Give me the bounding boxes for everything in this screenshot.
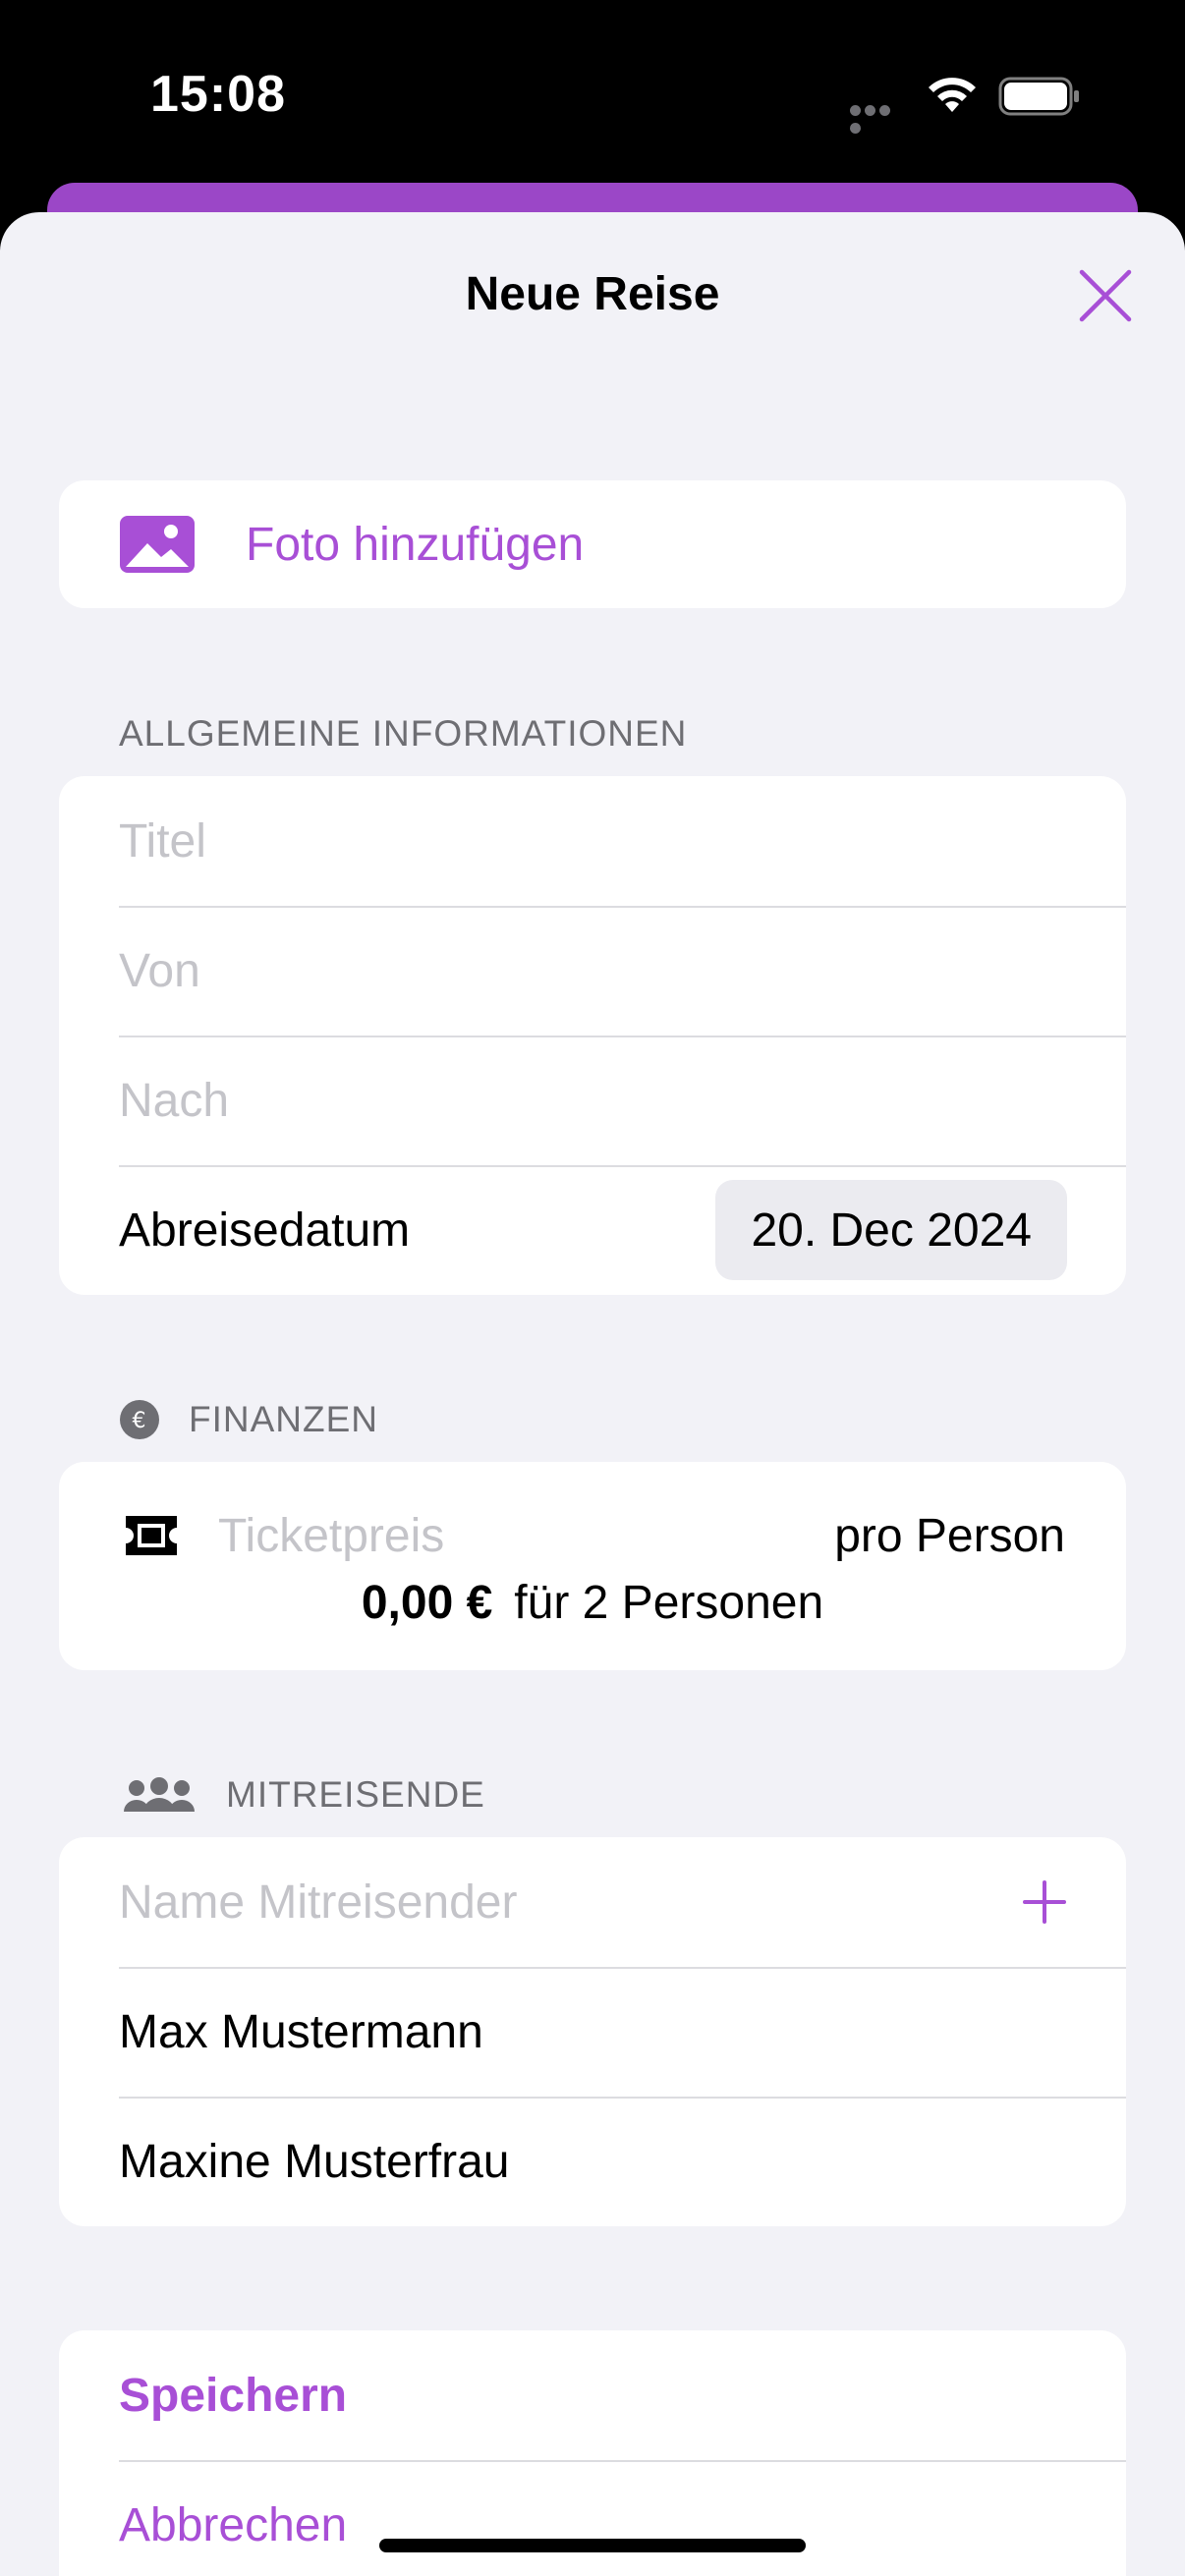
new-trip-sheet: Neue Reise Foto hinzufügen ALLGEMEINE IN… [0, 212, 1185, 2576]
svg-text:€: € [133, 1409, 147, 1433]
cancel-button[interactable]: Abbrechen [59, 2460, 1126, 2576]
companions-header-label: MITREISENDE [226, 1774, 485, 1815]
add-photo-button[interactable]: Foto hinzufügen [59, 480, 1126, 608]
ticket-price-field[interactable]: Ticketpreis pro Person [122, 1501, 1065, 1570]
save-button[interactable]: Speichern [59, 2330, 1126, 2460]
add-photo-label: Foto hinzufügen [246, 518, 585, 571]
from-field[interactable]: Von [59, 906, 1126, 1036]
companion-name: Max Mustermann [119, 2005, 483, 2058]
title-placeholder: Titel [119, 814, 206, 868]
battery-icon [998, 77, 1079, 116]
general-section-header: ALLGEMEINE INFORMATIONEN [119, 713, 688, 754]
status-time: 15:08 [150, 66, 286, 123]
wifi-icon [929, 78, 976, 112]
per-person-label: pro Person [834, 1509, 1065, 1562]
ticket-icon [126, 1516, 177, 1555]
finance-section-header: € FINANZEN [120, 1399, 378, 1440]
companions-section-header: MITREISENDE [122, 1774, 485, 1816]
companion-name: Maxine Musterfrau [119, 2135, 510, 2188]
departure-date-picker[interactable]: 20. Dec 2024 [715, 1180, 1067, 1280]
close-icon [1079, 269, 1132, 322]
home-indicator[interactable] [379, 2539, 806, 2552]
save-label: Speichern [119, 2369, 348, 2422]
close-button[interactable] [1071, 261, 1140, 330]
companion-list-item[interactable]: Maxine Musterfrau [59, 2097, 1126, 2226]
companion-name-placeholder: Name Mitreisender [119, 1876, 518, 1929]
to-field[interactable]: Nach [59, 1036, 1126, 1165]
euro-icon: € [120, 1400, 159, 1439]
companions-card: Name Mitreisender Max Mustermann Maxine … [59, 1837, 1126, 2226]
general-card: Titel Von Nach Abreisedatum 20. Dec 2024 [59, 776, 1126, 1295]
photo-card: Foto hinzufügen [59, 480, 1126, 608]
from-placeholder: Von [119, 944, 200, 997]
status-bar: 15:08 [0, 0, 1185, 187]
companion-name-field[interactable]: Name Mitreisender [59, 1837, 1126, 1967]
total-amount: 0,00 € [361, 1577, 493, 1629]
to-placeholder: Nach [119, 1074, 230, 1127]
total-price-line: 0,00 € für 2 Personen [59, 1576, 1126, 1630]
companion-list-item[interactable]: Max Mustermann [59, 1967, 1126, 2097]
title-field[interactable]: Titel [59, 776, 1126, 906]
cellular-signal-icon [850, 103, 907, 134]
departure-date-label: Abreisedatum [119, 1204, 411, 1257]
total-suffix: für 2 Personen [514, 1577, 824, 1629]
sheet-title: Neue Reise [465, 268, 720, 320]
add-companion-plus-icon[interactable] [1022, 1879, 1067, 1925]
people-icon [124, 1777, 195, 1812]
photo-icon [120, 516, 195, 573]
ticket-price-placeholder: Ticketpreis [218, 1509, 445, 1562]
departure-date-row: Abreisedatum 20. Dec 2024 [59, 1165, 1126, 1295]
finance-card: Ticketpreis pro Person 0,00 € für 2 Perso… [59, 1462, 1126, 1670]
finance-header-label: FINANZEN [189, 1399, 378, 1439]
cancel-label: Abbrechen [119, 2498, 348, 2551]
departure-date-value: 20. Dec 2024 [751, 1204, 1032, 1257]
